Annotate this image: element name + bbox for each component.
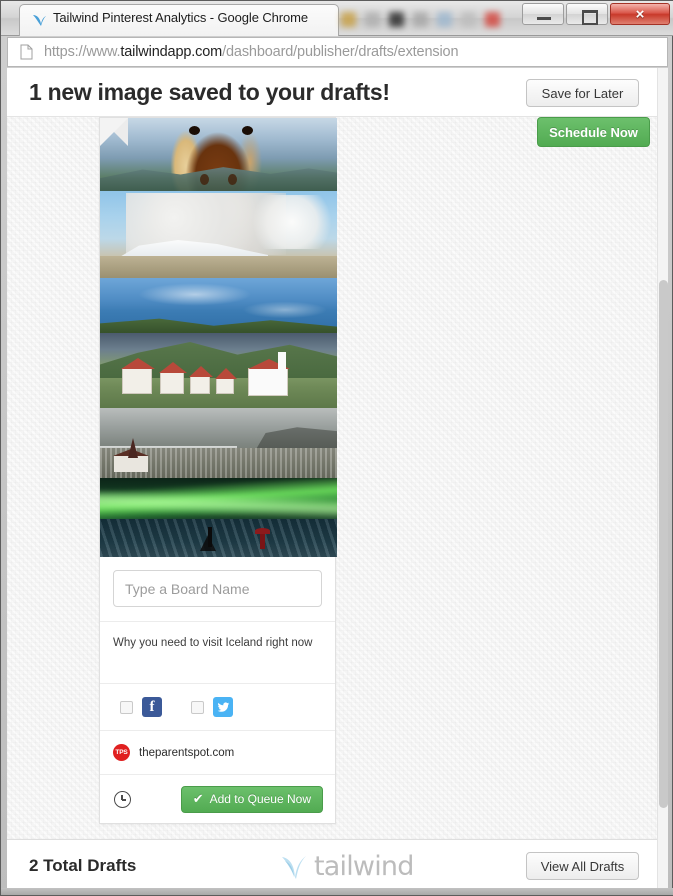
volcano-ash-cloud-photo[interactable] — [100, 191, 337, 278]
address-bar-text: https://www.tailwindapp.com/dashboard/pu… — [44, 44, 459, 60]
address-bar[interactable]: https://www.tailwindapp.com/dashboard/pu… — [7, 37, 668, 67]
pin-description: Why you need to visit Iceland right now — [113, 637, 313, 649]
description-section[interactable]: Why you need to visit Iceland right now — [100, 622, 335, 684]
tailwind-swoosh-icon — [282, 856, 306, 879]
tab-title: Tailwind Pinterest Analytics - Google Ch… — [53, 10, 308, 25]
browser-window: Tailwind Pinterest Analytics - Google Ch… — [0, 0, 673, 896]
page-header: 1 new image saved to your drafts! Save f… — [7, 68, 657, 117]
add-to-queue-label: Add to Queue Now — [209, 792, 311, 806]
title-bar: Tailwind Pinterest Analytics - Google Ch… — [1, 1, 673, 36]
page-viewport: 1 new image saved to your drafts! Save f… — [7, 68, 668, 890]
source-row: TPS theparentspot.com — [100, 731, 335, 775]
icelandic-horse-photo[interactable] — [100, 118, 337, 191]
add-to-queue-button[interactable]: ✔ Add to Queue Now — [180, 785, 323, 813]
mirror-lake-photo[interactable] — [100, 278, 337, 333]
page-footer: 2 Total Drafts tailwind View All Drafts — [7, 839, 657, 890]
page-scrollbar[interactable] — [657, 68, 668, 890]
twitter-checkbox[interactable] — [191, 700, 204, 714]
close-button[interactable]: × — [610, 3, 670, 25]
twitter-icon[interactable] — [213, 697, 233, 717]
source-favicon: TPS — [113, 744, 130, 761]
maximize-button[interactable] — [566, 3, 608, 25]
url-scheme: https://www. — [44, 44, 121, 60]
facebook-icon[interactable]: f — [142, 697, 162, 717]
schedule-now-button[interactable]: Schedule Now — [537, 117, 650, 147]
twitter-bird-glyph — [217, 701, 229, 712]
clock-icon[interactable] — [114, 790, 131, 808]
drafts-content-area: Why you need to visit Iceland right now … — [7, 117, 657, 839]
coastal-town-photo[interactable] — [100, 408, 337, 478]
card-corner-fold — [100, 118, 128, 146]
image-collage[interactable] — [100, 118, 337, 557]
draft-card: Why you need to visit Iceland right now … — [99, 117, 337, 824]
tailwind-logo: tailwind — [279, 851, 414, 882]
blurred-toolbar-icons — [341, 7, 526, 31]
save-for-later-button[interactable]: Save for Later — [526, 79, 639, 107]
scrollbar-thumb[interactable] — [659, 280, 668, 808]
close-icon: × — [635, 5, 645, 23]
tailwind-wordmark: tailwind — [314, 851, 414, 882]
url-path: /dashboard/publisher/drafts/extension — [222, 44, 459, 60]
facebook-checkbox[interactable] — [120, 700, 133, 714]
aurora-borealis-photo[interactable] — [100, 478, 337, 557]
page-title: 1 new image saved to your drafts! — [29, 79, 390, 105]
total-drafts-count: 2 Total Drafts — [29, 856, 137, 875]
source-domain[interactable]: theparentspot.com — [139, 747, 234, 759]
turf-houses-photo[interactable] — [100, 333, 337, 408]
card-action-row: ✔ Add to Queue Now — [100, 775, 335, 823]
page-icon — [20, 44, 33, 60]
minimize-button[interactable] — [522, 3, 564, 25]
window-bottom-edge — [1, 888, 673, 895]
tailwind-favicon — [33, 15, 46, 26]
window-controls: × — [522, 3, 670, 25]
view-all-drafts-button[interactable]: View All Drafts — [526, 852, 639, 880]
board-name-input[interactable] — [113, 570, 322, 607]
url-domain: tailwindapp.com — [120, 44, 223, 60]
checkmark-icon: ✔ — [192, 791, 204, 806]
social-share-row: f — [100, 684, 335, 731]
board-name-section — [100, 557, 335, 622]
